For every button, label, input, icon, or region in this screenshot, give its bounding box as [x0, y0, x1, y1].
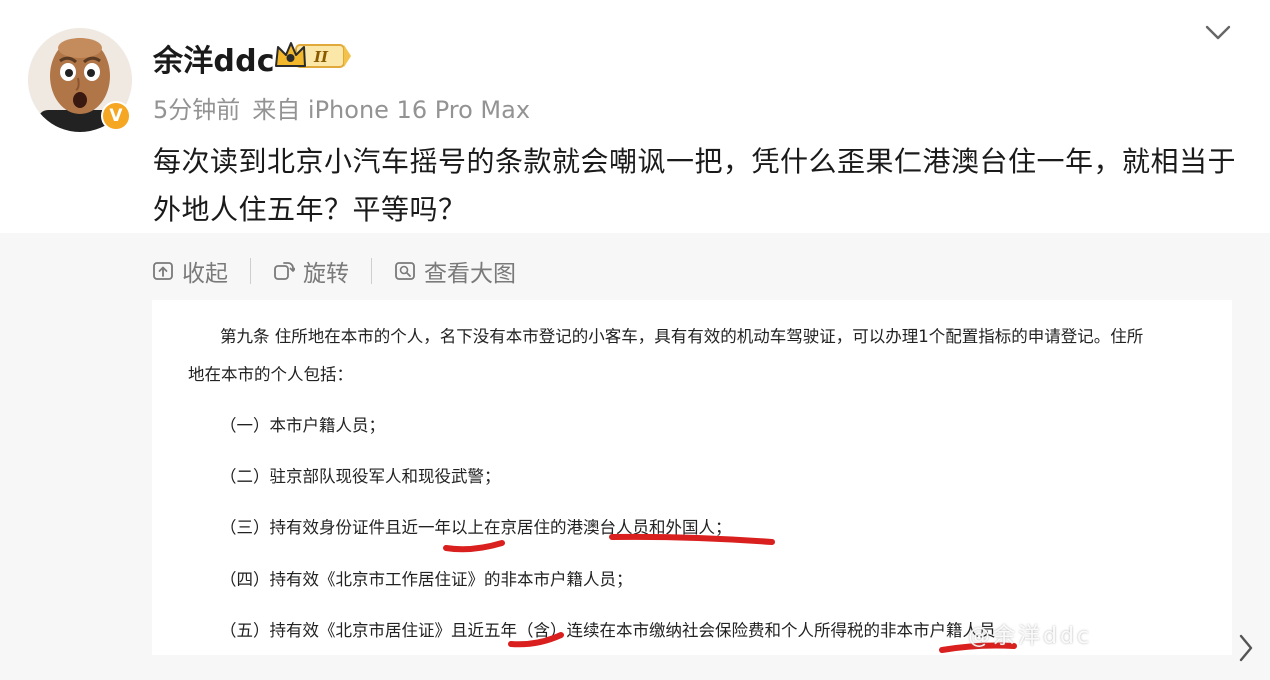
document-image[interactable]: 第九条 住所地在本市的个人，名下没有本市登记的小客车，具有有效的机动车驾驶证，可… [152, 300, 1232, 655]
collapse-label: 收起 [182, 261, 228, 287]
chevron-down-icon[interactable] [1205, 24, 1231, 42]
doc-line: 第九条 住所地在本市的个人，名下没有本市登记的小客车，具有有效的机动车驾驶证，可… [220, 327, 1144, 346]
view-large-icon [395, 262, 415, 280]
rotate-icon [274, 262, 295, 280]
verified-v-icon: V [101, 101, 131, 131]
crown-level-badge-icon[interactable]: II [274, 40, 352, 72]
doc-item: （一）本市户籍人员； [220, 416, 385, 435]
toolbar-divider [250, 258, 251, 284]
media-toolbar: 收起 旋转 查看大图 [152, 255, 516, 287]
doc-item: （二）驻京部队现役军人和现役武警； [220, 467, 501, 486]
badge-level-text: II [313, 48, 329, 66]
next-image-button[interactable] [1231, 628, 1261, 668]
doc-item: （五）持有效《北京市居住证》且近五年（含）连续在本市缴纳社会保险费和个人所得税的… [220, 621, 996, 640]
image-watermark: @余洋ddc [968, 624, 1093, 649]
post-source: 来自 iPhone 16 Pro Max [252, 96, 531, 124]
view-large-label: 查看大图 [424, 261, 516, 287]
doc-line: 地在本市的个人包括： [188, 365, 353, 384]
post-time: 5分钟前 [153, 96, 241, 124]
post-meta: 5分钟前 来自 iPhone 16 Pro Max [153, 90, 530, 125]
rotate-label: 旋转 [303, 261, 349, 287]
username[interactable]: 余洋ddc [153, 36, 275, 80]
red-underline-mark [443, 540, 505, 553]
toolbar-divider [371, 258, 372, 284]
view-large-button[interactable]: 查看大图 [394, 254, 516, 288]
red-underline-mark [609, 533, 775, 545]
rotate-button[interactable]: 旋转 [273, 254, 349, 288]
doc-item: （四）持有效《北京市工作居住证》的非本市户籍人员； [220, 570, 633, 589]
red-underline-mark [508, 632, 564, 648]
collapse-button[interactable]: 收起 [152, 254, 228, 288]
post-text: 每次读到北京小汽车摇号的条款就会嘲讽一把，凭什么歪果仁港澳台住一年，就相当于外地… [153, 145, 1237, 226]
chevron-right-icon [1239, 634, 1253, 662]
collapse-icon [153, 262, 173, 280]
